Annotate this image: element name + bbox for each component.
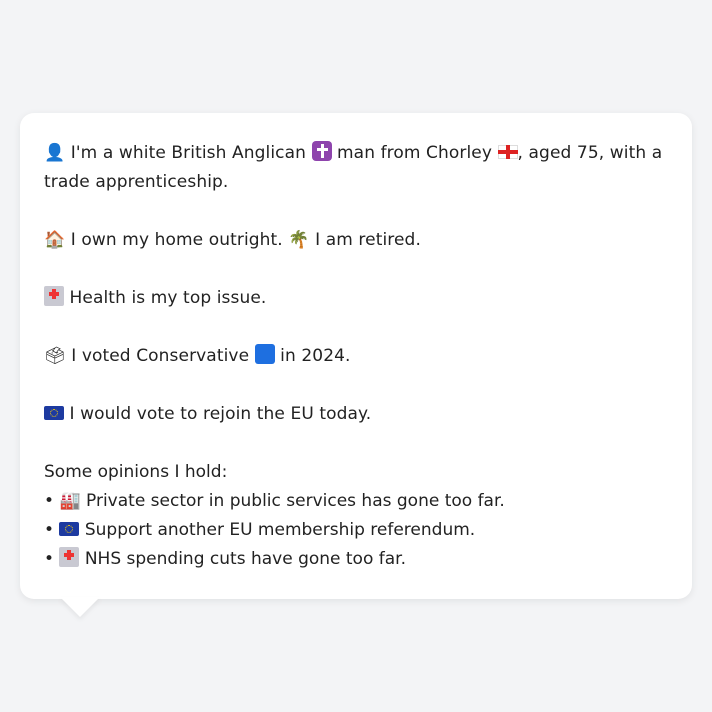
- bullet: •: [44, 549, 55, 569]
- home-paragraph: 🏠 I own my home outright. 🌴 I am retired…: [44, 226, 668, 255]
- eu-flag-icon: [59, 522, 80, 536]
- opinion-item: • NHS spending cuts have gone too far.: [44, 545, 668, 574]
- vote-text-1: I voted Conservative: [71, 346, 250, 366]
- home-text-1: I own my home outright.: [70, 230, 283, 250]
- issue-text: Health is my top issue.: [69, 288, 267, 308]
- bullet: •: [44, 491, 55, 511]
- opinion-text: Support another EU membership referendum…: [84, 520, 476, 540]
- speech-bubble-tail: [60, 597, 100, 617]
- eu-flag-icon: [44, 406, 64, 420]
- opinion-text: Private sector in public services has go…: [86, 491, 505, 511]
- vote-paragraph: 🗳 I voted Conservative in 2024.: [44, 342, 668, 371]
- england-flag-icon: [497, 145, 518, 159]
- eu-text: I would vote to rejoin the EU today.: [69, 404, 372, 424]
- person-silhouette-icon: 👤: [44, 143, 66, 163]
- identity-text-1: I'm a white British Anglican: [70, 143, 306, 163]
- identity-text-2: man from Chorley: [337, 143, 493, 163]
- blue-square-icon: [254, 344, 275, 364]
- hospital-icon: [59, 547, 80, 567]
- opinion-text: NHS spending cuts have gone too far.: [84, 549, 407, 569]
- palm-tree-icon: 🌴: [288, 230, 310, 250]
- issue-paragraph: Health is my top issue.: [44, 284, 668, 313]
- vote-text-2: in 2024.: [280, 346, 351, 366]
- hospital-icon: [44, 286, 64, 306]
- ballot-box-icon: 🗳: [44, 346, 66, 366]
- house-icon: 🏠: [44, 230, 66, 250]
- factory-icon: 🏭: [59, 491, 81, 511]
- identity-paragraph: 👤 I'm a white British Anglican man from …: [44, 139, 668, 197]
- eu-paragraph: I would vote to rejoin the EU today.: [44, 400, 668, 429]
- bullet: •: [44, 520, 55, 540]
- opinion-item: • 🏭 Private sector in public services ha…: [44, 487, 668, 516]
- opinions-heading: Some opinions I hold:: [44, 462, 228, 482]
- latin-cross-icon: [311, 141, 332, 161]
- persona-card: 👤 I'm a white British Anglican man from …: [20, 113, 692, 617]
- home-text-2: I am retired.: [315, 230, 421, 250]
- opinion-item: • Support another EU membership referend…: [44, 516, 668, 545]
